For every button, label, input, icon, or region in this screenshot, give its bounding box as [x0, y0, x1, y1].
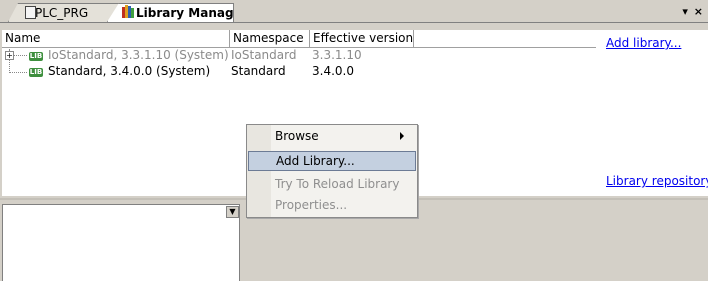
tab-strip-border	[0, 22, 708, 23]
tab-label: PLC_PRG	[35, 6, 89, 20]
menu-item-add-library[interactable]: Add Library...	[248, 151, 416, 171]
library-name: IoStandard, 3.3.1.10 (System)	[48, 48, 229, 62]
document-icon	[25, 6, 36, 19]
pane-separator	[239, 204, 240, 281]
library-details-pane[interactable]	[2, 204, 240, 281]
menu-item-try-to-reload-library[interactable]: Try To Reload Library	[248, 174, 416, 194]
library-actions-panel	[598, 30, 708, 196]
library-namespace: IoStandard	[231, 48, 297, 62]
pane-menu-close-buttons[interactable]: ▾ ×	[682, 5, 704, 18]
table-row[interactable]: IoStandard, 3.3.1.10 (System) IoStandard…	[2, 47, 598, 63]
column-header-effective-version[interactable]: Effective version	[310, 30, 414, 47]
submenu-arrow-icon	[400, 132, 404, 140]
library-version: 3.3.1.10	[312, 48, 362, 62]
library-list-header: Name Namespace Effective version	[2, 30, 596, 48]
menu-item-properties[interactable]: Properties...	[248, 195, 416, 215]
library-repository-link[interactable]: Library repository...	[606, 174, 708, 188]
library-namespace: Standard	[231, 64, 286, 78]
column-header-name[interactable]: Name	[2, 30, 230, 47]
add-library-link[interactable]: Add library...	[606, 36, 681, 50]
table-row[interactable]: Standard, 3.4.0.0 (System) Standard 3.4.…	[2, 63, 598, 79]
tab-label: Library Manager	[136, 6, 248, 20]
menu-item-browse[interactable]: Browse	[248, 126, 416, 146]
library-name: Standard, 3.4.0.0 (System)	[48, 64, 211, 78]
column-header-blank	[414, 30, 596, 47]
chevron-down-icon[interactable]: ▼	[226, 206, 239, 218]
column-header-namespace[interactable]: Namespace	[230, 30, 310, 47]
library-version: 3.4.0.0	[312, 64, 354, 78]
library-books-icon	[122, 5, 134, 18]
